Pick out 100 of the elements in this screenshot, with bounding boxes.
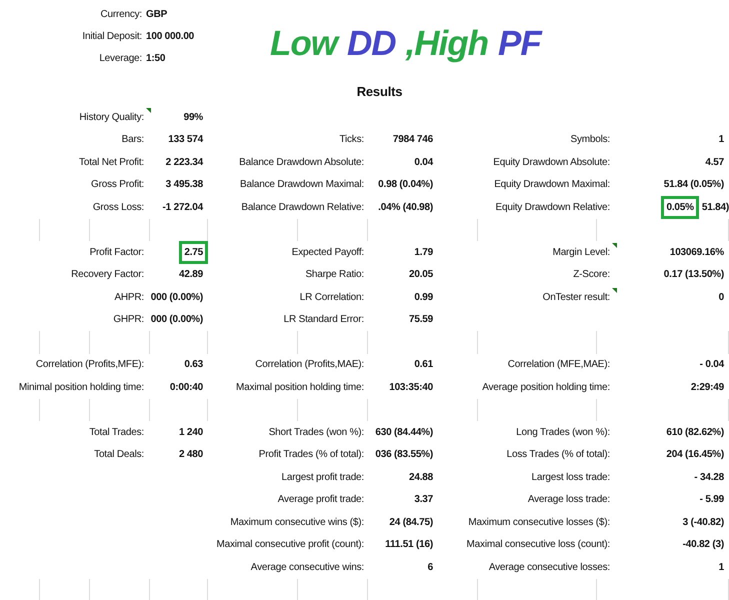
stat-value: 3 (-40.82): [682, 516, 725, 530]
stat-label: Average consecutive losses:: [488, 562, 610, 573]
stat-label: Sharpe Ratio:: [305, 269, 364, 280]
stat-value: 0:00:40: [168, 380, 204, 395]
stat-value: 4.57: [704, 156, 725, 170]
banner-text: DD: [346, 24, 396, 64]
stat-value: 51.84 (0.05%): [662, 178, 725, 192]
stat-value: 20.05: [408, 268, 434, 282]
stat-value: 204 (16.45%): [665, 448, 725, 462]
stat-label: Equity Drawdown Absolute:: [493, 156, 610, 168]
stat-value: 2 223.34: [164, 156, 204, 170]
stat-label: GHPR:: [113, 314, 144, 326]
setting-value: 1:50: [146, 52, 166, 64]
stat-label: Correlation (Profits,MFE):: [36, 359, 144, 370]
stat-label: Profit Factor:: [90, 247, 144, 258]
stat-value: 630 (84.44%): [374, 426, 434, 440]
setting-label: Initial Deposit:: [81, 30, 143, 42]
stat-value: 1: [718, 560, 725, 575]
banner-text: PF: [498, 24, 541, 64]
stat-value: 0.61: [413, 358, 434, 372]
stat-label: LR Standard Error:: [284, 314, 364, 326]
stat-value: 000 (0.00%): [150, 290, 204, 305]
stat-label: Equity Drawdown Maximal:: [494, 179, 610, 190]
stat-value: 2 480: [178, 448, 204, 462]
stat-value: 0: [718, 290, 725, 305]
banner-text: ,High: [406, 24, 488, 64]
stat-value: - 5.99: [698, 493, 725, 508]
stat-value: 103069.16%: [668, 246, 725, 260]
stat-label: Total Net Profit:: [79, 156, 144, 168]
stat-label: Largest loss trade:: [532, 472, 610, 483]
stat-value: 7984 746: [392, 133, 434, 148]
stat-value: - 34.28: [693, 470, 725, 485]
stat-label: AHPR:: [114, 292, 144, 303]
stat-value: 3.37: [413, 493, 434, 508]
stat-value: 1 240: [178, 426, 204, 440]
stat-value: 1: [718, 133, 725, 148]
stat-label: Gross Loss:: [92, 202, 144, 213]
stat-value: 24.88: [408, 470, 434, 485]
stat-label: Minimal position holding time:: [18, 382, 144, 393]
stat-value: .04% (40.98): [377, 201, 434, 215]
stat-label: Short Trades (won %):: [268, 426, 364, 438]
stat-label: Recovery Factor:: [71, 269, 144, 280]
stat-value: 42.89: [178, 268, 204, 282]
stat-label: Average position holding time:: [482, 382, 610, 393]
stat-label: Balance Drawdown Absolute:: [239, 156, 364, 168]
stat-value: 2:29:49: [690, 380, 725, 395]
stat-label: Ticks:: [339, 134, 364, 146]
stat-label: Maximal position holding time:: [236, 382, 364, 393]
stat-value: 0.99: [413, 290, 434, 305]
stat-value: 24 (84.75): [388, 516, 434, 530]
stat-label: Maximum consecutive losses ($):: [468, 516, 610, 528]
stat-value: 99%: [182, 110, 204, 125]
stat-label: Maximal consecutive profit (count):: [216, 539, 364, 550]
stat-label: Balance Drawdown Relative:: [241, 202, 364, 213]
stat-value: 0.05%: [661, 196, 699, 219]
stat-value: 3 495.38: [164, 178, 204, 192]
stat-label: Average profit trade:: [278, 494, 364, 506]
stat-value: 0.17 (13.50%): [662, 268, 725, 282]
stat-label: Margin Level:: [552, 247, 610, 258]
stat-label: Balance Drawdown Maximal:: [240, 179, 364, 190]
stat-label: Correlation (Profits,MAE):: [255, 359, 364, 370]
stat-label: Total Deals:: [94, 449, 144, 460]
stat-label: Largest profit trade:: [281, 472, 364, 483]
stat-value: -1 272.04: [162, 201, 204, 215]
stat-value: 2.75: [179, 241, 208, 264]
stat-label: History Quality:: [79, 112, 144, 123]
setting-value: GBP: [146, 8, 168, 20]
setting-value: 100 000.00: [146, 30, 194, 42]
stat-label: OnTester result:: [542, 292, 610, 303]
stat-label: Total Trades:: [89, 426, 144, 438]
stat-label: Symbols:: [570, 134, 610, 146]
stat-label: Equity Drawdown Relative:: [496, 202, 610, 213]
stat-value: 75.59: [408, 313, 434, 328]
stat-label: Maximum consecutive wins ($):: [230, 516, 364, 528]
stat-label: Average loss trade:: [528, 494, 610, 506]
stat-label: LR Correlation:: [300, 292, 364, 303]
stat-value: 0.63: [183, 358, 204, 372]
stat-label: Bars:: [122, 134, 144, 146]
stat-value: 111.51 (16): [384, 538, 434, 552]
stat-value: 133 574: [167, 133, 204, 148]
stat-label: Average consecutive wins:: [250, 562, 364, 573]
stat-value: 610 (82.62%): [665, 426, 725, 440]
stat-label: Profit Trades (% of total):: [258, 449, 364, 460]
stat-label: Gross Profit:: [91, 179, 144, 190]
stat-value: 1.79: [413, 246, 434, 260]
stat-value: 000 (0.00%): [150, 313, 204, 328]
results-heading: Results: [356, 84, 402, 99]
stat-label: Z-Score:: [573, 269, 610, 280]
stat-value: 51.84): [702, 202, 729, 213]
setting-label: Currency:: [99, 8, 143, 20]
stat-value: -40.82 (3): [682, 538, 725, 552]
stat-label: Correlation (MFE,MAE):: [508, 359, 610, 370]
stat-label: Long Trades (won %):: [516, 426, 610, 438]
stat-value: - 0.04: [698, 358, 726, 372]
stat-value: 6: [426, 560, 434, 575]
stat-label: Expected Payoff:: [292, 247, 364, 258]
stat-value: 0.04: [413, 156, 434, 170]
setting-label: Leverage:: [98, 52, 143, 64]
stat-label: Maximal consecutive loss (count):: [466, 539, 610, 550]
stat-value: 0.98 (0.04%): [377, 178, 434, 192]
